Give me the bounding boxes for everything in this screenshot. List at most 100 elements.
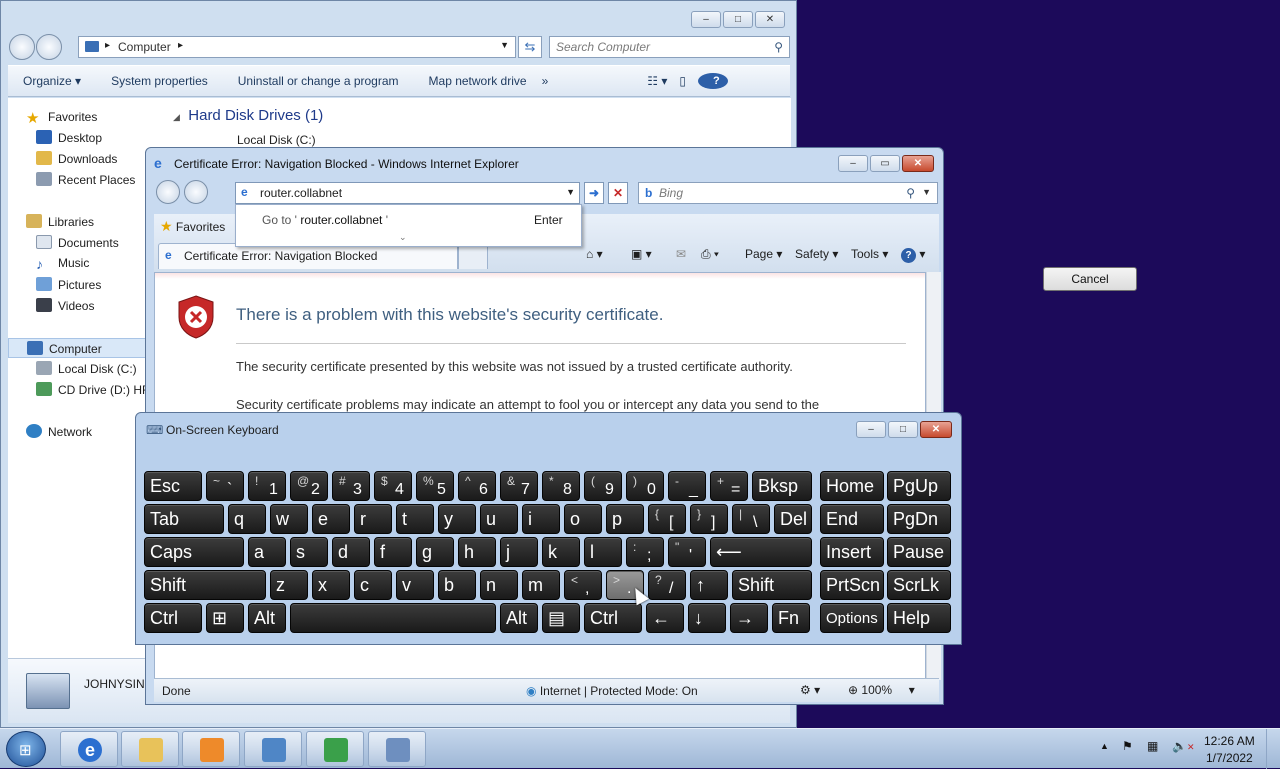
key-symbol[interactable]: ↓ [688,603,726,633]
key-b[interactable]: b [438,570,476,600]
key-i[interactable]: i [522,504,560,534]
ie-close-button[interactable]: ✕ [902,155,934,172]
search-dropdown-icon[interactable]: ▼ [922,187,931,197]
key-pause[interactable]: Pause [887,537,951,567]
key-4[interactable]: $4 [374,471,412,501]
group-header[interactable]: ◢ Hard Disk Drives (1) [173,107,323,124]
key-space[interactable] [290,603,496,633]
key-o[interactable]: o [564,504,602,534]
help-icon[interactable]: ? ▾ [901,247,925,263]
search-icon[interactable]: ⚲ [906,186,915,200]
organize-button[interactable]: Organize ▾ [8,74,96,88]
nav-desktop[interactable]: Desktop [36,130,102,145]
key-alt[interactable]: Alt [500,603,538,633]
security-zone[interactable]: ◉ Internet | Protected Mode: On [526,684,698,698]
key-symbol[interactable]: + = [710,471,748,501]
key-pgdn[interactable]: PgDn [887,504,951,534]
osk-close-button[interactable]: ✕ [920,421,952,438]
network-tray-icon[interactable]: ▦ [1147,739,1158,753]
page-menu[interactable]: Page ▾ [745,247,782,261]
key-symbol[interactable]: {[ [648,504,686,534]
expand-chevron-icon[interactable]: ⌄ [399,232,407,243]
url-dropdown-icon[interactable]: ▼ [566,187,575,197]
key-symbol[interactable]: | \ [732,504,770,534]
clock-time[interactable]: 12:26 AM [1204,734,1255,748]
nav-favorites[interactable]: ★ Favorites [26,109,97,127]
key-symbol[interactable]: }] [690,504,728,534]
action-center-flag-icon[interactable]: ⚑ [1122,739,1133,753]
uninstall-program-button[interactable]: Uninstall or change a program [223,74,414,88]
more-commands-button[interactable]: » [542,74,564,88]
nav-recent-places[interactable]: Recent Places [36,172,135,187]
key-fn[interactable]: Fn [772,603,810,633]
taskbar-on-screen-keyboard[interactable] [368,731,426,767]
key-3[interactable]: #3 [332,471,370,501]
nav-libraries[interactable]: Libraries [26,214,94,229]
key-7[interactable]: & 7 [500,471,538,501]
key-1[interactable]: ! 1 [248,471,286,501]
key-symbol[interactable]: <, [564,570,602,600]
nav-downloads[interactable]: Downloads [36,151,117,166]
key-f[interactable]: f [374,537,412,567]
start-button[interactable]: ⊞ [6,731,46,767]
key-symbol[interactable]: ▤ [542,603,580,633]
ie-back-button[interactable] [156,180,180,204]
key-symbol[interactable]: ~ ` [206,471,244,501]
osk-minimize-button[interactable]: – [856,421,886,438]
bing-search-input[interactable]: b Bing ⚲ ▼ [638,182,938,204]
volume-muted-icon[interactable]: 🔈✕ [1172,739,1195,753]
url-input[interactable]: e router.collabnet ▼ [235,182,580,204]
minimize-button[interactable]: – [691,11,721,28]
key-symbol[interactable]: ↑ [690,570,728,600]
key-t[interactable]: t [396,504,434,534]
key-symbol[interactable]: ← [646,603,684,633]
zoom-control[interactable]: ⊕ 100% ▾ [848,683,915,697]
show-hidden-icons[interactable]: ▲ [1100,741,1109,751]
system-properties-button[interactable]: System properties [96,74,223,88]
key-pgup[interactable]: PgUp [887,471,951,501]
taskbar-internet-explorer[interactable]: e [60,731,118,767]
map-network-drive-button[interactable]: Map network drive [414,74,542,88]
search-input[interactable]: Search Computer ⚲ [549,36,790,58]
key-prtscn[interactable]: PrtScn [820,570,884,600]
key-help[interactable]: Help [887,603,951,633]
key-c[interactable]: c [354,570,392,600]
key-symbol[interactable]: ? / [648,570,686,600]
search-icon[interactable]: ⚲ [774,40,783,54]
breadcrumb-chevron-icon[interactable]: ▸ [178,40,183,51]
key-insert[interactable]: Insert [820,537,884,567]
close-button[interactable]: ✕ [755,11,785,28]
forward-button[interactable] [36,34,62,60]
key-g[interactable]: g [416,537,454,567]
nav-network[interactable]: Network [26,424,92,439]
key-p[interactable]: p [606,504,644,534]
nav-videos[interactable]: Videos [36,298,94,313]
key-j[interactable]: j [500,537,538,567]
feeds-icon[interactable]: ▣ ▾ [631,247,652,261]
key-m[interactable]: m [522,570,560,600]
key-8[interactable]: * 8 [542,471,580,501]
key-0[interactable]: ) 0 [626,471,664,501]
key-ctrl[interactable]: Ctrl [144,603,202,633]
autocomplete-goto[interactable]: Go to ' router.collabnet ' [262,213,388,227]
nav-cd-drive[interactable]: CD Drive (D:) HR [36,382,151,397]
key-scrlk[interactable]: ScrLk [887,570,951,600]
key-e[interactable]: e [312,504,350,534]
key-w[interactable]: w [270,504,308,534]
key-shift[interactable]: Shift [144,570,266,600]
ie-minimize-button[interactable]: – [838,155,868,172]
key-caps[interactable]: Caps [144,537,244,567]
key-z[interactable]: z [270,570,308,600]
key-shift[interactable]: Shift [732,570,812,600]
refresh-icon[interactable]: ⇆ [518,36,542,58]
home-icon[interactable]: ⌂ ▾ [586,247,603,261]
nav-pictures[interactable]: Pictures [36,277,101,292]
taskbar-media-player[interactable] [182,731,240,767]
ie-forward-button[interactable] [184,180,208,204]
preview-pane-icon[interactable]: ▯ [673,74,692,88]
key-symbol[interactable]: - _ [668,471,706,501]
key-symbol[interactable]: " ' [668,537,706,567]
favorites-button[interactable]: ★ Favorites [160,218,225,235]
nav-documents[interactable]: Documents [36,235,119,250]
key-6[interactable]: ^ 6 [458,471,496,501]
